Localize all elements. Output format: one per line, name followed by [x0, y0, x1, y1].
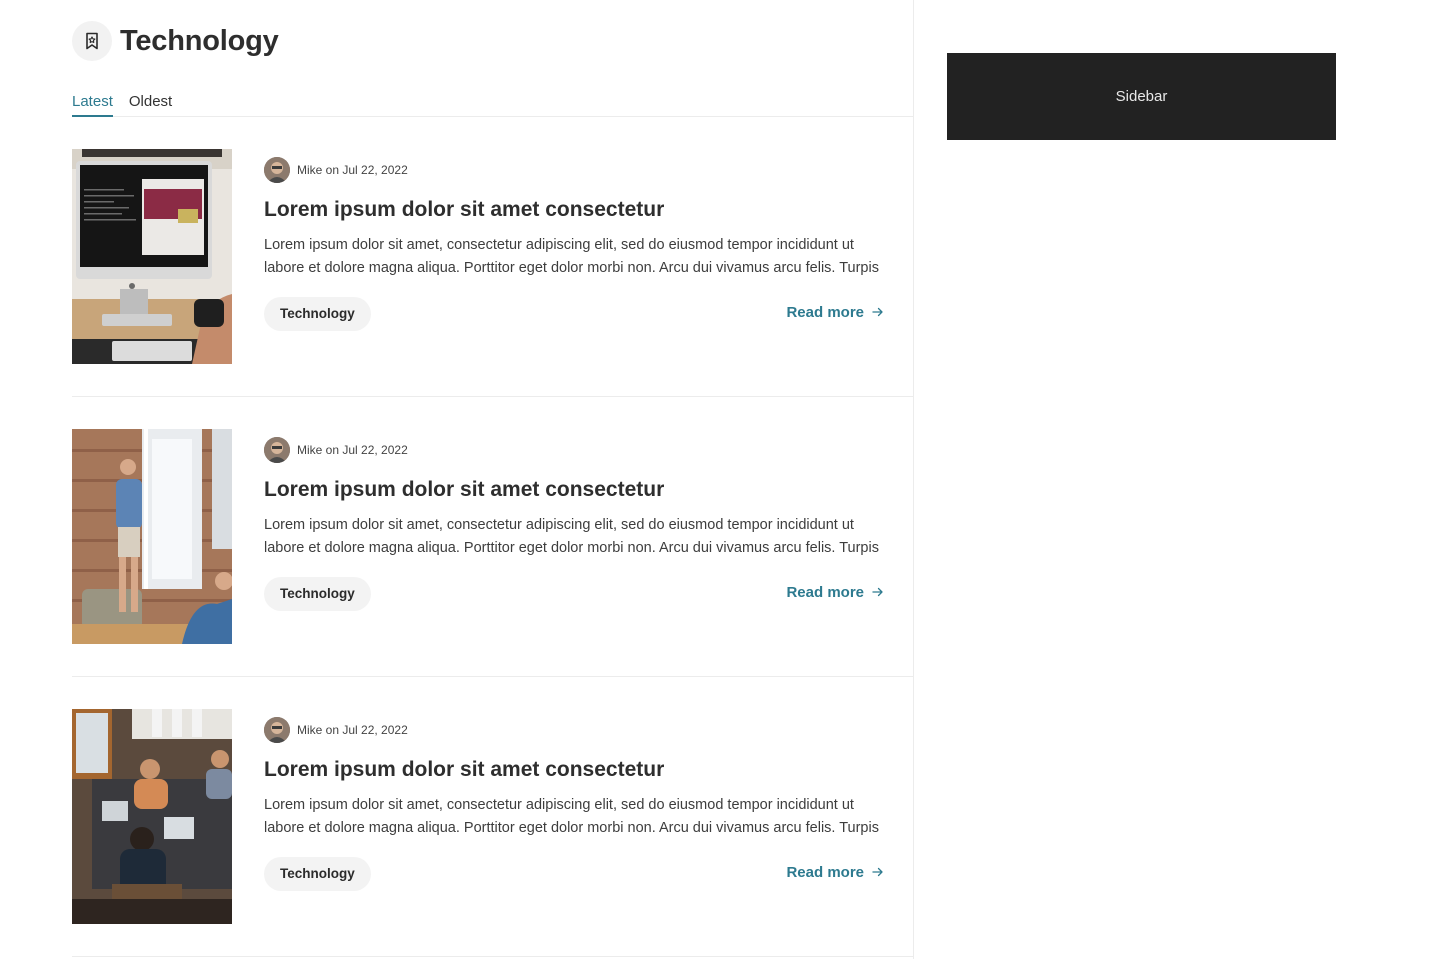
avatar — [264, 157, 290, 183]
post-meta: Mike on Jul 22, 2022 — [264, 437, 884, 463]
category-tag[interactable]: Technology — [264, 297, 371, 331]
page-title: Technology — [120, 24, 279, 57]
read-more-label: Read more — [786, 863, 864, 881]
sort-tabs: Latest Oldest — [72, 90, 914, 117]
read-more-link[interactable]: Read more — [786, 857, 884, 887]
post-card: Mike on Jul 22, 2022 Lorem ipsum dolor s… — [72, 117, 914, 397]
avatar — [264, 437, 290, 463]
post-title[interactable]: Lorem ipsum dolor sit amet consectetur — [264, 755, 884, 785]
post-author-date: Mike on Jul 22, 2022 — [297, 723, 408, 737]
post-author-date: Mike on Jul 22, 2022 — [297, 163, 408, 177]
post-excerpt: Lorem ipsum dolor sit amet, consectetur … — [264, 237, 879, 276]
arrow-right-icon — [872, 586, 884, 598]
category-tag[interactable]: Technology — [264, 577, 371, 611]
post-card: Mike on Jul 22, 2022 Lorem ipsum dolor s… — [72, 677, 914, 957]
read-more-label: Read more — [786, 583, 864, 601]
tab-oldest[interactable]: Oldest — [129, 90, 172, 117]
post-thumbnail[interactable] — [72, 709, 232, 924]
post-title[interactable]: Lorem ipsum dolor sit amet consectetur — [264, 195, 884, 225]
arrow-right-icon — [872, 866, 884, 878]
post-excerpt: Lorem ipsum dolor sit amet, consectetur … — [264, 517, 879, 556]
read-more-link[interactable]: Read more — [786, 577, 884, 607]
post-thumbnail[interactable] — [72, 149, 232, 364]
post-card: Mike on Jul 22, 2022 Lorem ipsum dolor s… — [72, 397, 914, 677]
post-meta: Mike on Jul 22, 2022 — [264, 717, 884, 743]
sidebar-label: Sidebar — [1115, 88, 1168, 105]
tab-latest[interactable]: Latest — [72, 90, 113, 117]
post-excerpt: Lorem ipsum dolor sit amet, consectetur … — [264, 797, 879, 836]
arrow-right-icon — [872, 306, 884, 318]
post-thumbnail[interactable] — [72, 429, 232, 644]
bookmark-icon — [72, 21, 112, 61]
main-content: Technology Latest Oldest Mike on Jul 22,… — [72, 0, 914, 959]
category-tag[interactable]: Technology — [264, 857, 371, 891]
avatar — [264, 717, 290, 743]
post-meta: Mike on Jul 22, 2022 — [264, 157, 884, 183]
read-more-link[interactable]: Read more — [786, 297, 884, 327]
sidebar: Sidebar — [947, 53, 1336, 140]
category-header: Technology — [72, 20, 279, 62]
post-title[interactable]: Lorem ipsum dolor sit amet consectetur — [264, 475, 884, 505]
post-author-date: Mike on Jul 22, 2022 — [297, 443, 408, 457]
read-more-label: Read more — [786, 303, 864, 321]
